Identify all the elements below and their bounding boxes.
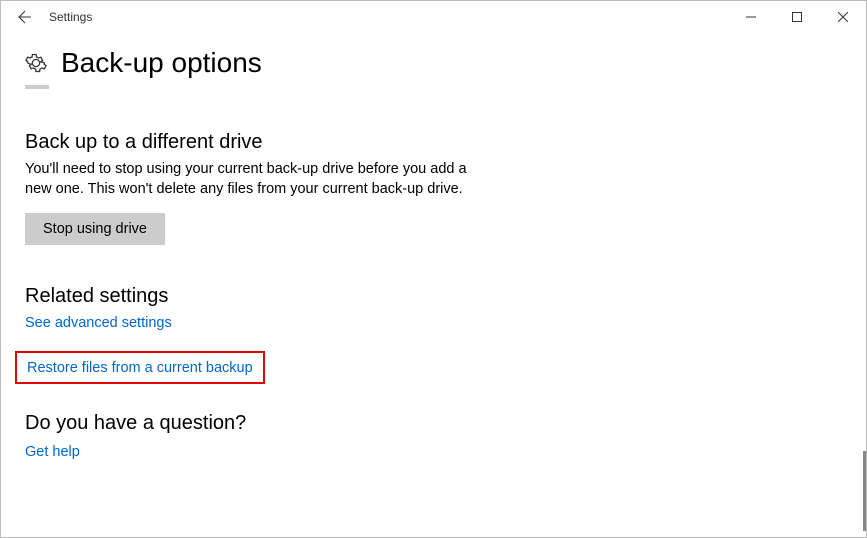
maximize-button[interactable]	[774, 1, 820, 33]
close-icon	[838, 12, 848, 22]
get-help-link[interactable]: Get help	[25, 444, 80, 460]
backup-different-drive-heading: Back up to a different drive	[25, 131, 842, 154]
stop-using-drive-button[interactable]: Stop using drive	[25, 213, 165, 245]
gear-icon	[25, 52, 47, 74]
see-advanced-settings-link[interactable]: See advanced settings	[25, 315, 172, 331]
window-controls	[728, 1, 866, 33]
question-heading: Do you have a question?	[25, 412, 842, 435]
restore-files-link[interactable]: Restore files from a current backup	[27, 360, 253, 376]
minimize-icon	[746, 12, 756, 22]
back-button[interactable]	[9, 1, 41, 33]
header-underline	[25, 85, 49, 89]
page-title: Back-up options	[61, 47, 262, 79]
close-button[interactable]	[820, 1, 866, 33]
minimize-button[interactable]	[728, 1, 774, 33]
maximize-icon	[792, 12, 802, 22]
app-title: Settings	[49, 10, 92, 24]
page-header: Back-up options	[25, 47, 842, 79]
restore-files-highlight: Restore files from a current backup	[15, 351, 265, 384]
content-area: Back-up options Back up to a different d…	[1, 33, 866, 460]
arrow-left-icon	[17, 9, 33, 25]
backup-different-drive-desc: You'll need to stop using your current b…	[25, 160, 475, 199]
scrollbar-thumb[interactable]	[863, 451, 866, 531]
related-settings-heading: Related settings	[25, 285, 842, 308]
title-bar: Settings	[1, 1, 866, 33]
